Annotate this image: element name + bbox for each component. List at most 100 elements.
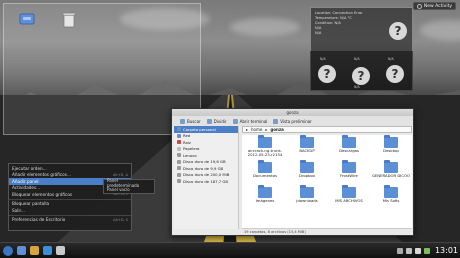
forecast-label: N/A <box>388 57 394 61</box>
folder-icon <box>342 135 356 148</box>
folder-item[interactable]: MIS ARCHIVOS <box>328 185 370 210</box>
folder-label: jdownloads <box>296 198 318 203</box>
sidebar-item-label: Disco duro de 200,0 MiB <box>183 172 230 178</box>
app-launcher-icon[interactable] <box>56 246 65 255</box>
forecast-label: N/A <box>354 57 360 61</box>
preview-label: Vista preliminar <box>280 118 312 124</box>
split-label: Dividir <box>213 118 227 124</box>
menu-item-desktop-settings[interactable]: Preferencias de Escritorio Alt+D, S <box>9 217 131 224</box>
menu-item-label: Añadir elementos gráficos... <box>12 172 71 178</box>
folder-item[interactable]: Dropbox <box>286 160 328 185</box>
folder-icon <box>258 185 272 198</box>
battery-icon[interactable] <box>423 247 430 254</box>
system-tray: 13:01 <box>396 246 458 255</box>
menu-separator <box>9 214 131 216</box>
forecast-label: N/A <box>320 57 326 61</box>
desktop-icon-trash[interactable] <box>56 12 82 31</box>
terminal-label: Abrir terminal <box>239 118 268 124</box>
file-manager-window[interactable]: gonza Buscar Dividir Abrir terminal Vist… <box>171 108 414 236</box>
search-button[interactable]: Buscar <box>180 118 201 124</box>
drive-icon <box>177 179 181 184</box>
split-icon <box>206 118 212 124</box>
search-icon <box>180 118 185 124</box>
sidebar-item-disk[interactable]: Disco duro de 187,7 GB <box>174 178 238 185</box>
drive-icon <box>177 172 181 177</box>
unknown-weather-icon: ? <box>386 65 404 83</box>
menu-shortcut: Alt+D, S <box>113 217 128 222</box>
cloud <box>230 18 300 36</box>
folder-label: FrostWire <box>340 173 358 178</box>
folder-item[interactable]: GENERADOR DICOO <box>370 160 412 185</box>
toolbar: Buscar Dividir Abrir terminal Vista prel… <box>172 116 413 126</box>
folder-item[interactable]: aircrack-ng-trunk-2012-05-23-r2154 <box>244 135 286 160</box>
drive-icon <box>19 13 35 25</box>
trash-icon <box>62 12 76 28</box>
desktop-icon-drive[interactable] <box>14 12 40 29</box>
folder-label: Imágenes <box>255 198 275 203</box>
app-launcher-icon[interactable] <box>43 246 52 255</box>
weather-text: Location: Connection Error Temperature: … <box>315 11 363 36</box>
open-terminal-button[interactable]: Abrir terminal <box>232 118 268 124</box>
add-panel-submenu: Panel predeterminado Panel vacío <box>103 178 155 194</box>
menu-item-label: Añadir panel <box>12 178 39 184</box>
folder-item[interactable]: jdownloads <box>286 185 328 210</box>
forecast-panel: ? ? ? N/A N/A N/A N/A <box>310 51 413 91</box>
folder-item[interactable]: BACKUP <box>286 135 328 160</box>
sidebar-item-label: Disco duro de 9,9 GB <box>183 165 224 171</box>
menu-item-label: Bloquear pantalla <box>12 201 50 207</box>
menu-shortcut: Alt+D, A <box>113 172 128 177</box>
menu-item-label: Bloquear elementos gráficos <box>12 191 73 197</box>
breadcrumb-home[interactable]: home <box>251 127 262 132</box>
folder-label: aircrack-ng-trunk-2012-05-23-r2154 <box>247 148 283 158</box>
sidebar-item-label: Disco duro de 19,6 GB <box>183 159 226 165</box>
menu-separator <box>9 198 131 200</box>
folder-item[interactable]: Descargas <box>328 135 370 160</box>
menu-item-logout[interactable]: Salir... <box>9 207 131 214</box>
folder-icon <box>258 160 272 173</box>
menu-item-label: Preferencias de Escritorio <box>12 217 66 223</box>
drive-icon <box>177 159 181 164</box>
folder-item[interactable]: Imágenes <box>244 185 286 210</box>
sidebar-item-label: Lenovo <box>183 152 197 158</box>
volume-icon[interactable] <box>414 247 421 254</box>
unknown-weather-icon: ? <box>352 67 370 85</box>
sidebar-item-label: Papelera <box>183 146 200 152</box>
clock[interactable]: 13:01 <box>435 246 458 255</box>
sidebar-item-disk[interactable]: Disco duro de 200,0 MiB <box>174 172 238 179</box>
new-activity-button[interactable]: New Activity <box>412 2 456 10</box>
terminal-icon <box>232 118 238 124</box>
folder-item[interactable]: FrostWire <box>328 160 370 185</box>
new-activity-label: New Activity <box>423 3 452 9</box>
trash-icon <box>177 146 181 151</box>
home-icon <box>177 127 181 132</box>
folder-icon <box>300 185 314 198</box>
preview-button[interactable]: Vista preliminar <box>273 118 312 124</box>
folder-item[interactable]: Documentos <box>244 160 286 185</box>
folder-icon <box>384 185 398 198</box>
unknown-weather-icon: ? <box>389 22 407 40</box>
breadcrumb[interactable]: ▸ home ▸ gonza <box>242 126 412 133</box>
sidebar-item-label: Red <box>183 133 191 139</box>
folder-icon <box>342 160 356 173</box>
preview-icon <box>273 118 279 124</box>
submenu-item-label: Panel vacío <box>107 187 130 193</box>
folder-label: Desktop <box>383 148 399 153</box>
sidebar-item-label: Disco duro de 187,7 GB <box>183 178 228 184</box>
kde-menu-icon[interactable] <box>3 245 13 256</box>
browser-launcher-icon[interactable] <box>30 246 39 255</box>
submenu-item-default-panel[interactable]: Panel predeterminado <box>104 178 154 188</box>
drive-icon <box>177 166 181 171</box>
folder-label: Descargas <box>339 148 359 153</box>
updates-icon[interactable] <box>405 247 412 254</box>
network-icon[interactable] <box>396 247 403 254</box>
menu-item-label: Actividades... <box>12 185 41 191</box>
folder-item[interactable]: Mis Sofis <box>370 185 412 210</box>
breadcrumb-gonza[interactable]: gonza <box>270 127 284 132</box>
split-button[interactable]: Dividir <box>206 118 227 124</box>
taskbar: 13:01 <box>0 242 460 258</box>
menu-item-label: Ejecutar orden... <box>12 165 47 171</box>
folder-item[interactable]: Desktop <box>370 135 412 160</box>
search-label: Buscar <box>187 118 201 124</box>
file-manager-launcher-icon[interactable] <box>17 246 26 255</box>
folder-icon <box>258 135 272 148</box>
